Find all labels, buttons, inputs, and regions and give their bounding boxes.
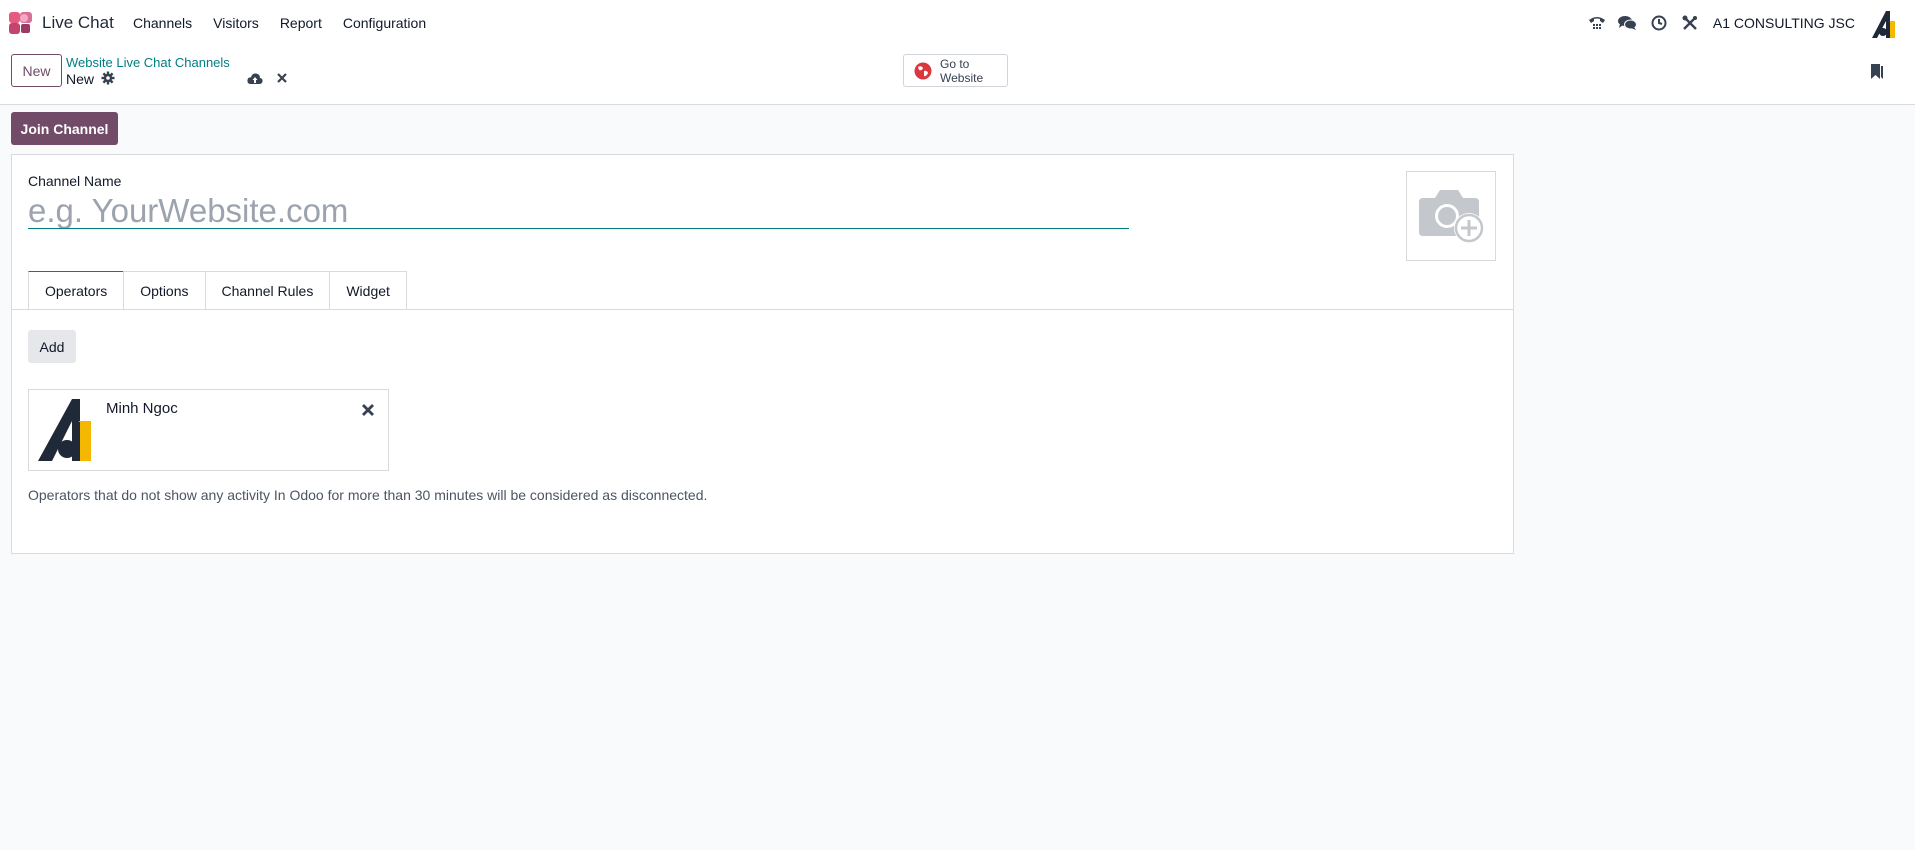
menu-channels[interactable]: Channels	[133, 15, 192, 31]
company-switcher[interactable]: A1 CONSULTING JSC	[1713, 15, 1855, 31]
discard-icon[interactable]	[275, 71, 289, 85]
top-navbar: Live Chat Channels Visitors Report Confi…	[0, 0, 1915, 46]
globe-icon	[914, 62, 932, 79]
go-to-website-button[interactable]: Go to Website	[903, 54, 1008, 87]
channel-name-input[interactable]	[28, 193, 1129, 229]
user-avatar[interactable]	[1869, 9, 1898, 38]
tab-widget[interactable]: Widget	[329, 271, 407, 310]
website-label: Website	[940, 70, 984, 85]
notebook-tabs: Operators Options Channel Rules Widget	[28, 271, 407, 310]
clock-icon[interactable]	[1649, 13, 1669, 33]
remove-operator-icon[interactable]	[361, 403, 375, 417]
bookmark-icon[interactable]	[1870, 63, 1884, 80]
camera-plus-icon	[1419, 190, 1484, 243]
gear-icon[interactable]	[101, 71, 115, 85]
new-button[interactable]: New	[11, 54, 62, 87]
control-panel: New Website Live Chat Channels New Go to…	[0, 46, 1915, 105]
main-menu: Channels Visitors Report Configuration	[133, 15, 447, 31]
app-name[interactable]: Live Chat	[42, 13, 114, 33]
form-sheet: Channel Name Operators Options Channel R…	[11, 154, 1514, 554]
tabs-divider	[12, 309, 1513, 310]
phone-icon[interactable]	[1587, 13, 1607, 33]
operators-help-text: Operators that do not show any activity …	[28, 487, 708, 503]
breadcrumb-current: New	[66, 71, 95, 87]
tools-icon[interactable]	[1680, 13, 1700, 33]
tab-operators[interactable]: Operators	[28, 271, 125, 310]
menu-visitors[interactable]: Visitors	[213, 15, 259, 31]
cloud-upload-icon[interactable]	[247, 71, 263, 87]
live-chat-app-icon[interactable]	[9, 12, 32, 34]
tab-channel-rules[interactable]: Channel Rules	[204, 271, 331, 310]
tab-options[interactable]: Options	[123, 271, 206, 310]
go-to-label: Go to	[940, 56, 970, 71]
add-operator-button[interactable]: Add	[28, 330, 76, 363]
systray: A1 CONSULTING JSC	[1587, 0, 1915, 46]
operator-name: Minh Ngoc	[106, 400, 178, 417]
channel-image-upload[interactable]	[1406, 171, 1496, 261]
operator-avatar	[38, 399, 91, 461]
join-channel-button[interactable]: Join Channel	[11, 112, 118, 145]
menu-report[interactable]: Report	[280, 15, 322, 31]
channel-name-label: Channel Name	[28, 173, 122, 189]
menu-configuration[interactable]: Configuration	[343, 15, 426, 31]
chat-icon[interactable]	[1618, 13, 1638, 33]
breadcrumb-parent[interactable]: Website Live Chat Channels	[66, 55, 230, 70]
operator-card[interactable]: Minh Ngoc	[28, 389, 389, 471]
